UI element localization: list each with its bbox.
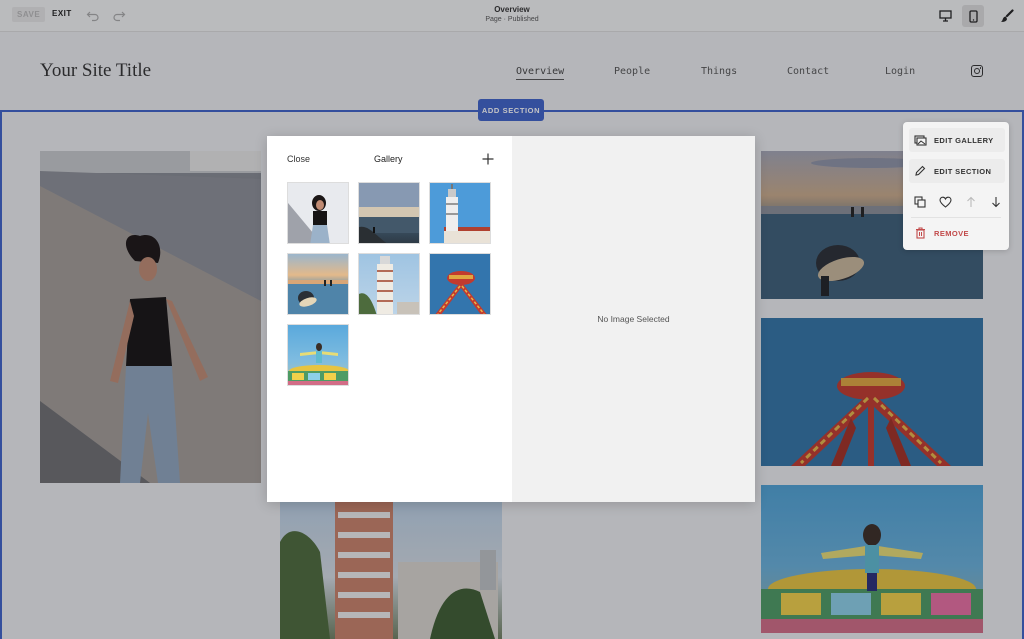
- edit-gallery-label: EDIT GALLERY: [934, 135, 994, 145]
- gallery-thumbnail[interactable]: [358, 182, 420, 244]
- duplicate-icon[interactable]: [913, 195, 927, 209]
- remove-button[interactable]: REMOVE: [909, 221, 1005, 245]
- close-button[interactable]: Close: [287, 154, 310, 164]
- trash-icon: [913, 226, 927, 240]
- gallery-thumbnail[interactable]: [429, 182, 491, 244]
- pencil-icon: [913, 164, 927, 178]
- gallery-thumbnail[interactable]: [287, 182, 349, 244]
- gallery-thumbnail[interactable]: [429, 253, 491, 315]
- arrow-down-icon[interactable]: [989, 195, 1003, 209]
- arrow-up-icon[interactable]: [964, 195, 978, 209]
- gallery-thumbnail[interactable]: [287, 324, 349, 386]
- heart-icon[interactable]: [938, 195, 952, 209]
- section-actions: [913, 194, 1003, 210]
- empty-state-message: No Image Selected: [597, 314, 670, 324]
- gallery-dialog: Close Gallery No Image Selected: [267, 136, 755, 502]
- edit-gallery-button[interactable]: EDIT GALLERY: [909, 128, 1005, 152]
- gallery-thumbnail[interactable]: [287, 253, 349, 315]
- image-preview-pane: No Image Selected: [512, 136, 755, 502]
- panel-divider: [911, 217, 1001, 218]
- remove-label: REMOVE: [934, 228, 969, 238]
- gallery-icon: [913, 133, 927, 147]
- dialog-title: Gallery: [374, 154, 403, 164]
- gallery-tool-panel: EDIT GALLERY EDIT SECTION REMOVE: [903, 122, 1009, 250]
- edit-section-button[interactable]: EDIT SECTION: [909, 159, 1005, 183]
- gallery-thumbnail[interactable]: [358, 253, 420, 315]
- plus-icon[interactable]: [482, 152, 494, 165]
- edit-section-label: EDIT SECTION: [934, 166, 992, 176]
- gallery-image-list-pane: Close Gallery: [267, 136, 512, 502]
